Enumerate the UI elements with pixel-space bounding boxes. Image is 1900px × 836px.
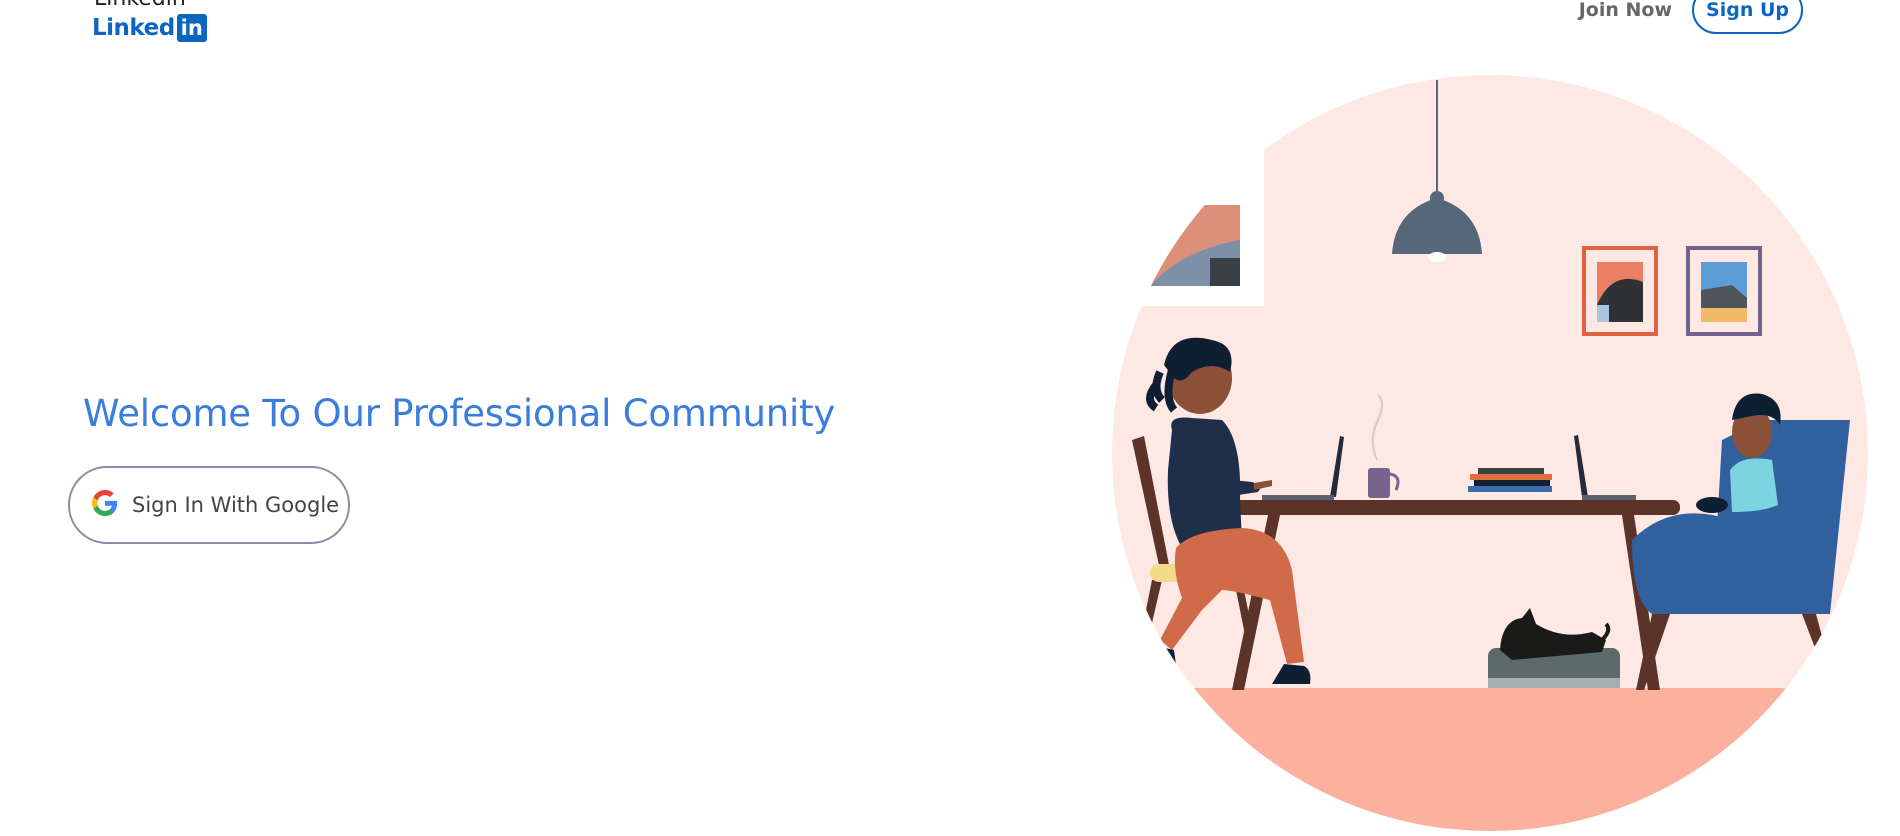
page-title: Welcome To Our Professional Community bbox=[83, 392, 836, 435]
app-title: Linkedin bbox=[94, 0, 207, 10]
people-working-at-table-illustration bbox=[1112, 75, 1868, 831]
google-button-label: Sign In With Google bbox=[132, 493, 340, 517]
sign-in-with-google-button[interactable]: Sign In With Google bbox=[68, 466, 350, 544]
google-g-icon bbox=[92, 490, 118, 520]
header-logo-block: Linkedin Linked in bbox=[92, 0, 207, 42]
linkedin-logo[interactable]: Linked in bbox=[92, 14, 207, 42]
logo-word: Linked bbox=[92, 15, 175, 41]
logo-in-badge: in bbox=[176, 14, 207, 42]
